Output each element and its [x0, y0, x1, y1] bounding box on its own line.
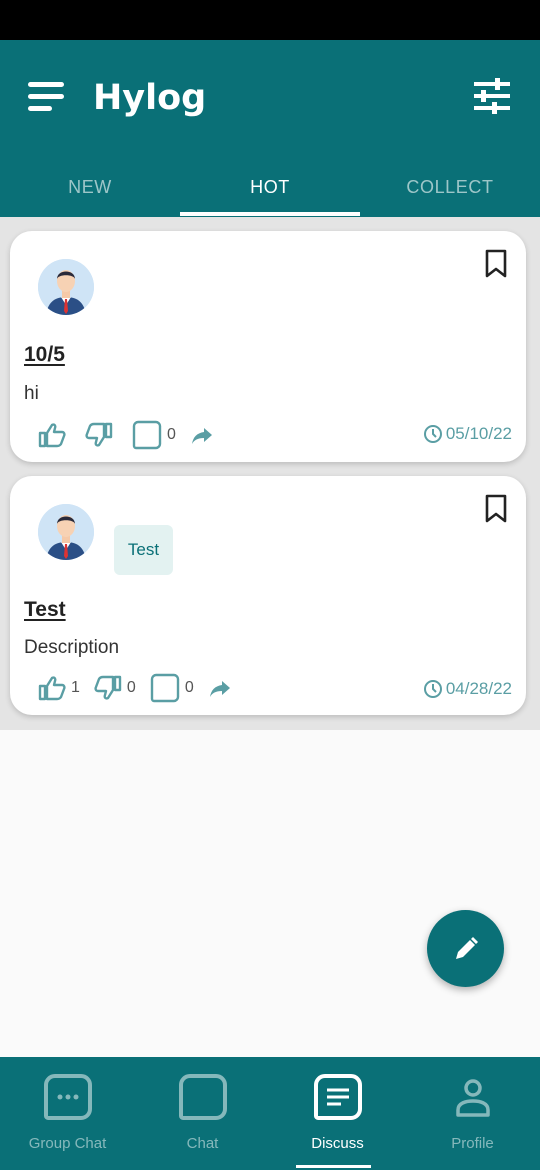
avatar[interactable]: [38, 259, 94, 315]
menu-icon[interactable]: [28, 82, 66, 112]
comment-count: 0: [167, 426, 176, 443]
bookmark-icon[interactable]: [484, 249, 508, 279]
profile-icon: [455, 1079, 490, 1117]
thumb-down-icon: [85, 422, 113, 447]
post-title[interactable]: Test: [24, 598, 66, 622]
status-bar: [0, 0, 540, 40]
nav-chat-label: Chat: [186, 1135, 219, 1152]
post-card[interactable]: 10/5 hi 0 05/10/22: [10, 231, 526, 462]
comment-button[interactable]: 0: [150, 673, 194, 703]
post-date: 04/28/22: [423, 679, 512, 699]
group-chat-icon: [43, 1074, 92, 1120]
comment-icon: [150, 673, 180, 703]
dislike-count: 0: [126, 679, 136, 696]
filter-icon[interactable]: [472, 78, 512, 114]
app-bar: Hylog NEW HOT COLLECT: [0, 40, 540, 217]
tab-new[interactable]: NEW: [0, 168, 180, 217]
nav-profile-label: Profile: [451, 1135, 494, 1152]
comment-count: 0: [184, 679, 194, 696]
comment-button[interactable]: 0: [132, 420, 176, 450]
nav-discuss-label: Discuss: [311, 1135, 364, 1152]
thumb-up-icon: [38, 423, 66, 448]
chat-icon: [178, 1074, 227, 1120]
dislike-button[interactable]: [85, 422, 118, 448]
post-title[interactable]: 10/5: [24, 343, 65, 367]
share-button[interactable]: [208, 678, 232, 698]
share-icon: [191, 428, 212, 444]
nav-profile[interactable]: Profile: [405, 1057, 540, 1170]
avatar[interactable]: [38, 504, 94, 560]
post-actions: 1 0 0: [38, 673, 246, 703]
pencil-icon: [455, 936, 478, 959]
bookmark-icon[interactable]: [484, 494, 508, 524]
tab-hot[interactable]: HOT: [180, 168, 360, 217]
app-title: Hylog: [93, 78, 207, 118]
post-card[interactable]: Test Test Description 1 0 0 04/28/22: [10, 476, 526, 715]
tab-collect[interactable]: COLLECT: [360, 168, 540, 217]
nav-active-indicator: [296, 1165, 371, 1168]
post-date: 05/10/22: [423, 424, 512, 444]
discuss-icon: [313, 1074, 362, 1120]
like-button[interactable]: 1: [38, 675, 80, 701]
empty-area: [0, 730, 540, 1057]
share-button[interactable]: [190, 425, 214, 445]
nav-group-chat-label: Group Chat: [28, 1135, 107, 1152]
thumb-down-icon: [94, 675, 122, 700]
like-button[interactable]: [38, 422, 71, 448]
post-date-text: 04/28/22: [445, 679, 512, 698]
thumb-up-icon: [38, 676, 66, 701]
share-icon: [209, 681, 230, 697]
bottom-nav: Group Chat Chat Discuss Profile: [0, 1057, 540, 1170]
clock-icon: [423, 425, 442, 443]
post-description: hi: [24, 383, 39, 404]
like-count: 1: [71, 679, 80, 696]
tab-bar: NEW HOT COLLECT: [0, 168, 540, 217]
post-tag[interactable]: Test: [114, 525, 173, 575]
nav-chat[interactable]: Chat: [135, 1057, 270, 1170]
nav-discuss[interactable]: Discuss: [270, 1057, 405, 1170]
compose-button[interactable]: [427, 910, 504, 987]
dislike-button[interactable]: 0: [94, 675, 136, 701]
comment-icon: [132, 420, 162, 450]
post-description: Description: [24, 637, 120, 658]
nav-group-chat[interactable]: Group Chat: [0, 1057, 135, 1170]
post-date-text: 05/10/22: [445, 424, 512, 443]
post-actions: 0: [38, 420, 228, 450]
clock-icon: [423, 680, 442, 698]
